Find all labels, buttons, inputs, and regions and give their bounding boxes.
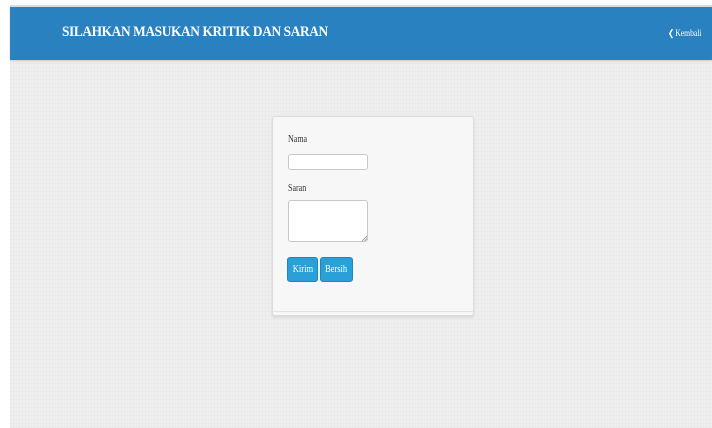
suggestion-label: Saran xyxy=(288,183,307,194)
back-link[interactable]: ❮Kembali xyxy=(668,28,702,39)
suggestion-textarea-wrapper xyxy=(288,200,368,242)
suggestion-textarea[interactable] xyxy=(288,200,368,242)
top-navbar: SILAHKAN MASUKAN KRITIK DAN SARAN ❮Kemba… xyxy=(10,5,712,60)
page-title: SILAHKAN MASUKAN KRITIK DAN SARAN xyxy=(62,24,328,40)
clear-button-label: Bersih xyxy=(325,264,348,275)
back-link-label: Kembali xyxy=(675,28,702,38)
submit-button[interactable]: Kirim xyxy=(287,257,318,282)
name-label: Nama xyxy=(288,134,308,145)
name-input[interactable] xyxy=(288,154,368,170)
submit-button-label: Kirim xyxy=(292,264,313,275)
clear-button[interactable]: Bersih xyxy=(320,257,353,282)
chevron-left-icon: ❮ xyxy=(668,28,675,38)
feedback-form-panel: Nama Saran Kirim Bersih xyxy=(272,116,474,316)
panel-divider xyxy=(273,311,473,312)
resize-grip-icon[interactable] xyxy=(361,235,367,241)
